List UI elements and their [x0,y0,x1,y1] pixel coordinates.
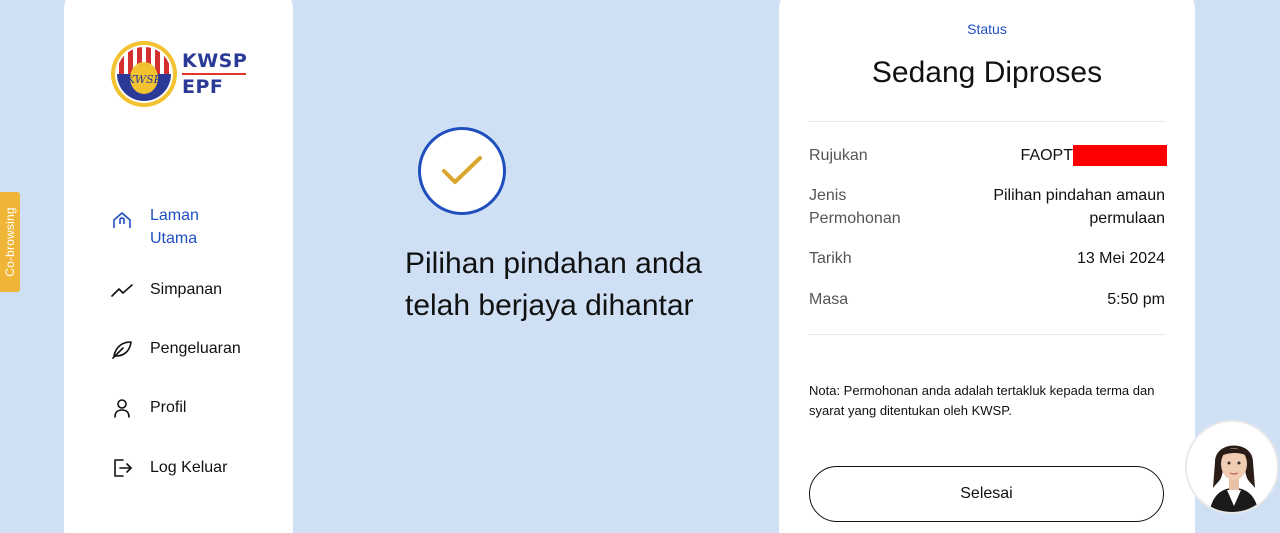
sidebar-item-label: Profil [150,399,187,416]
detail-value: Pilihan pindahan amaun permulaan [993,187,1165,227]
logo-kwsp-text: KWSP [182,50,248,72]
assistant-avatar[interactable] [1185,420,1279,514]
sidebar-item-pengeluaran[interactable]: Pengeluaran [110,337,241,361]
kwsp-seal-icon: KWSP [111,41,177,107]
detail-row-jenis-permohonan: Jenis Permohonan Pilihan pindahan amaun … [809,184,1165,230]
assistant-avatar-icon [1187,422,1277,512]
detail-row-rujukan: Rujukan FAOPT [809,144,1167,167]
seal-text: KWSP [126,73,162,86]
home-icon [113,212,131,228]
detail-key: Jenis Permohonan [809,187,901,227]
sidebar-item-label: Simpanan [150,281,223,298]
sidebar-item-profil[interactable]: Profil [110,396,186,420]
checkmark-icon [442,156,482,184]
detail-value: FAOPT [1021,144,1167,167]
logo-divider [182,73,246,75]
sidebar-item-label: Pengeluaran [150,340,241,357]
cobrowsing-tab[interactable]: Co-browsing [0,192,20,292]
detail-value: 5:50 pm [1107,291,1165,308]
divider [809,121,1165,122]
sidebar-item-simpanan[interactable]: Simpanan [110,278,222,302]
sidebar: KWSP KWSP EPF Laman Utama Simpanan Penge… [64,0,293,533]
success-message: Pilihan pindahan anda telah berjaya diha… [405,247,702,322]
status-card: Status Sedang Diproses Rujukan FAOPT Jen… [779,0,1195,533]
terms-note: Nota: Permohonan anda adalah tertakluk k… [809,383,1155,418]
sidebar-item-laman-utama[interactable]: Laman Utama [110,204,220,250]
detail-row-tarikh: Tarikh 13 Mei 2024 [809,247,1165,270]
detail-value: 13 Mei 2024 [1076,250,1165,267]
logo-epf-text: EPF [182,76,224,98]
detail-key: Tarikh [809,250,852,267]
cobrowsing-label: Co-browsing [3,207,17,277]
leaf-icon [112,341,132,359]
detail-key: Masa [809,291,849,308]
sidebar-item-label: Log Keluar [150,459,228,476]
redaction-block [1073,145,1167,166]
reference-number: FAOPT [1020,147,1073,164]
success-check-badge [418,127,506,215]
sidebar-item-label: Laman Utama [150,207,199,247]
status-title: Sedang Diproses [871,56,1103,89]
sidebar-item-log-keluar[interactable]: Log Keluar [110,456,227,480]
logout-icon [114,459,132,477]
divider [809,334,1165,335]
selesai-button[interactable]: Selesai [809,466,1164,522]
detail-row-masa: Masa 5:50 pm [809,288,1165,311]
user-icon [114,399,130,418]
status-label: Status [967,21,1007,37]
detail-key: Rujukan [809,147,868,164]
trend-icon [111,284,133,297]
kwsp-logo[interactable]: KWSP KWSP EPF [110,40,247,108]
